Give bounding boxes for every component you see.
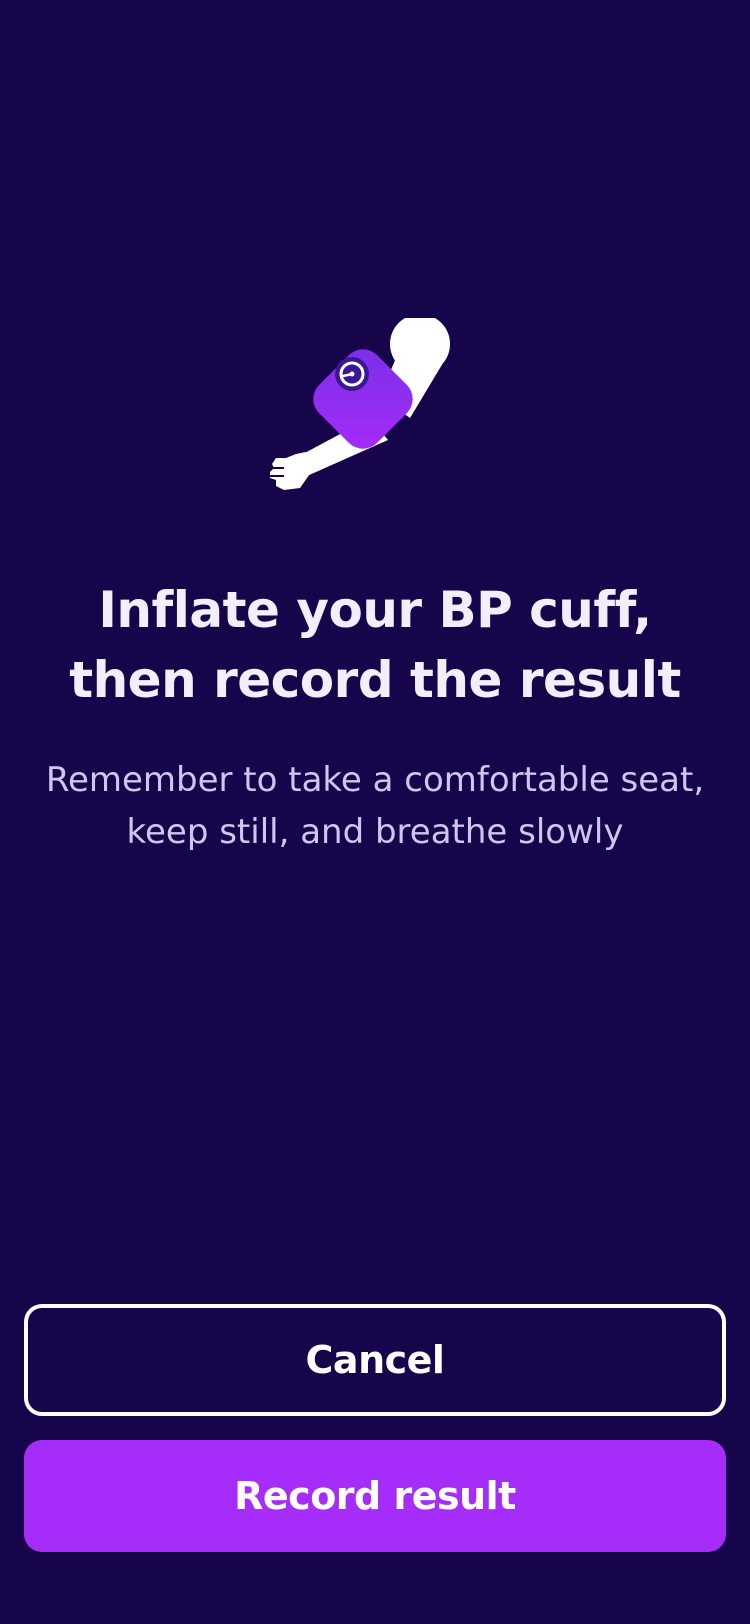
title-line-2: then record the result (69, 651, 681, 709)
page-title: Inflate your BP cuff, then record the re… (0, 575, 750, 715)
instructions-text: Remember to take a comfortable seat, kee… (0, 754, 750, 858)
subtitle-line-1: Remember to take a comfortable seat, (45, 760, 705, 800)
bp-cuff-arm-icon (260, 314, 460, 498)
record-result-button-label: Record result (234, 1474, 516, 1518)
title-line-1: Inflate your BP cuff, (98, 581, 652, 639)
subtitle-line-2: keep still, and breathe slowly (126, 812, 624, 852)
record-result-button[interactable]: Record result (24, 1440, 726, 1552)
cancel-button-label: Cancel (305, 1338, 445, 1382)
bp-instructions-screen: Inflate your BP cuff, then record the re… (0, 0, 750, 1624)
cancel-button[interactable]: Cancel (24, 1304, 726, 1416)
